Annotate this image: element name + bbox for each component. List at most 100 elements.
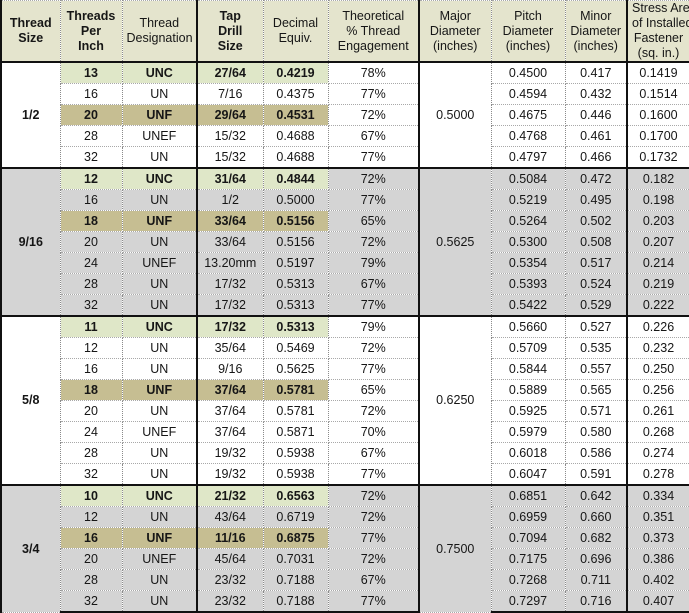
table-body: 1/2 13 UNC 27/64 0.4219 78% 0.5000 0.4500 0.417 0…: [0, 60, 689, 613]
decimal-equivalent-cell: 0.7031: [262, 547, 329, 570]
threads-per-inch-cell: 32: [59, 293, 123, 317]
stress-area-cell: 0.203: [626, 210, 689, 233]
threads-per-inch-cell: 16: [59, 189, 123, 212]
thread-designation-cell: UNC: [121, 61, 198, 85]
tap-drill-size-cell: 27/64: [196, 61, 264, 85]
column-header-line: Major: [439, 8, 471, 23]
stress-area-cell: 0.222: [626, 293, 689, 317]
thread-designation-cell: UNF: [121, 379, 198, 401]
decimal-equivalent-cell: 0.5625: [262, 358, 329, 380]
table-row: 32 UN 19/32 0.5938 77% 0.6047 0.591 0.278: [1, 462, 689, 486]
stress-area-cell: 0.232: [626, 337, 689, 360]
column-header-line: % Thread: [346, 23, 401, 38]
minor-diameter-cell: 0.660: [564, 506, 628, 528]
decimal-equivalent-cell: 0.5781: [262, 399, 329, 422]
tap-drill-size-cell: 21/32: [196, 483, 264, 507]
column-header-line: Stress Area: [632, 1, 689, 15]
tap-drill-size-cell: 1/2: [196, 189, 264, 212]
decimal-equivalent-cell: 0.5313: [262, 272, 329, 295]
thread-engagement-cell: 65%: [327, 210, 420, 233]
column-header-tap_drill: Tap Drill Size: [196, 0, 264, 63]
tap-drill-size-cell: 17/32: [196, 272, 264, 295]
thread-designation-cell: UN: [121, 399, 198, 422]
decimal-equivalent-cell: 0.5938: [262, 462, 329, 486]
pitch-diameter-cell: 0.5889: [490, 379, 566, 401]
threads-per-inch-cell: 16: [59, 358, 123, 380]
tap-drill-size-cell: 7/16: [196, 83, 264, 106]
pitch-diameter-cell: 0.7094: [490, 526, 566, 549]
decimal-equivalent-cell: 0.6563: [262, 483, 329, 507]
column-header-line: Inch: [78, 38, 104, 53]
thread-engagement-cell: 77%: [327, 83, 420, 106]
thread-designation-cell: UNEF: [121, 125, 198, 147]
column-header-line: (sq. in.): [637, 46, 680, 60]
column-header-stress_area: Stress Areaof InstalledFastener(sq. in.): [626, 0, 689, 63]
pitch-diameter-cell: 0.5264: [490, 210, 566, 233]
table-row: 32 UN 15/32 0.4688 77% 0.4797 0.466 0.1732: [1, 145, 689, 170]
table-header: Thread Size Threads Per Inch Thread Designatio…: [0, 0, 689, 63]
pitch-diameter-cell: 0.5219: [490, 189, 566, 212]
column-header-designation: Thread Designation: [121, 0, 198, 63]
threads-per-inch-cell: 16: [59, 83, 123, 106]
table-row: 3/4 10 UNC 21/32 0.6563 72% 0.7500 0.6851 0.642 0…: [0, 483, 689, 613]
pitch-diameter-cell: 0.4768: [490, 125, 566, 147]
minor-diameter-cell: 0.495: [564, 189, 628, 212]
table-row: 16 UN 1/2 0.5000 77% 0.5219 0.495 0.198: [1, 189, 689, 212]
thread-engagement-cell: 72%: [327, 399, 420, 422]
thread-engagement-cell: 79%: [327, 315, 420, 339]
tap-drill-size-cell: 29/64: [196, 104, 264, 126]
stress-area-cell: 0.334: [626, 483, 689, 507]
stress-area-cell: 0.407: [626, 589, 689, 613]
stress-area-cell: 0.250: [626, 358, 689, 380]
thread-designation-cell: UNEF: [121, 547, 198, 570]
thread-engagement-cell: 79%: [327, 252, 420, 274]
thread-designation-cell: UNC: [121, 167, 198, 191]
thread-designation-cell: UN: [121, 441, 198, 464]
thread-designation-cell: UNC: [121, 315, 198, 339]
minor-diameter-cell: 0.527: [564, 315, 628, 339]
column-header-line: Theoretical: [342, 8, 405, 23]
decimal-equivalent-cell: 0.4688: [262, 145, 329, 170]
pitch-diameter-cell: 0.7175: [490, 547, 566, 570]
decimal-equivalent-cell: 0.5156: [262, 231, 329, 253]
decimal-equivalent-cell: 0.4531: [262, 104, 329, 126]
pitch-diameter-cell: 0.5709: [490, 337, 566, 360]
stress-area-cell: 0.386: [626, 547, 689, 570]
pitch-diameter-cell: 0.5660: [490, 315, 566, 339]
thread-engagement-cell: 70%: [327, 420, 420, 443]
thread-size-cell: 3/4: [0, 483, 61, 613]
tap-drill-size-cell: 31/64: [196, 167, 264, 191]
decimal-equivalent-cell: 0.5000: [262, 189, 329, 212]
thread-designation-cell: UN: [121, 293, 198, 317]
column-header-line: (inches): [573, 38, 618, 53]
thread-size-cell: 9/16: [0, 167, 61, 317]
stress-area-cell: 0.1700: [626, 125, 689, 147]
table-row: 24 UNEF 13.20mm 0.5197 79% 0.5354 0.517 0.214: [1, 252, 689, 274]
thread-designation-cell: UN: [121, 145, 198, 170]
tap-drill-size-cell: 45/64: [196, 547, 264, 570]
table-row: 16 UN 9/16 0.5625 77% 0.5844 0.557 0.250: [1, 358, 689, 380]
thread-engagement-cell: 72%: [327, 104, 420, 126]
thread-engagement-cell: 77%: [327, 145, 420, 170]
thread-engagement-cell: 72%: [327, 167, 420, 191]
column-header-line: Drill: [218, 23, 243, 38]
pitch-diameter-cell: 0.5422: [490, 293, 566, 317]
decimal-equivalent-cell: 0.5871: [262, 420, 329, 443]
table-row: 20 UNEF 45/64 0.7031 72% 0.7175 0.696 0.386: [1, 547, 689, 570]
column-header-line: Decimal: [272, 16, 319, 30]
column-header-line: Thread: [9, 16, 52, 30]
table-row: 1/2 13 UNC 27/64 0.4219 78% 0.5000 0.4500 0.417 0…: [0, 60, 689, 169]
minor-diameter-cell: 0.508: [564, 231, 628, 253]
decimal-equivalent-cell: 0.4688: [262, 125, 329, 147]
tap-drill-size-cell: 37/64: [196, 379, 264, 401]
tap-drill-size-cell: 23/32: [196, 589, 264, 613]
stress-area-cell: 0.219: [626, 272, 689, 295]
tap-drill-size-cell: 17/32: [196, 315, 264, 339]
threads-per-inch-cell: 20: [59, 399, 123, 422]
threads-per-inch-cell: 12: [59, 167, 123, 191]
column-header-line: Per: [80, 23, 102, 38]
threads-per-inch-cell: 20: [59, 104, 123, 126]
thread-designation-cell: UN: [121, 506, 198, 528]
decimal-equivalent-cell: 0.5156: [262, 210, 329, 233]
table-row: 28 UN 19/32 0.5938 67% 0.6018 0.586 0.274: [1, 441, 689, 464]
